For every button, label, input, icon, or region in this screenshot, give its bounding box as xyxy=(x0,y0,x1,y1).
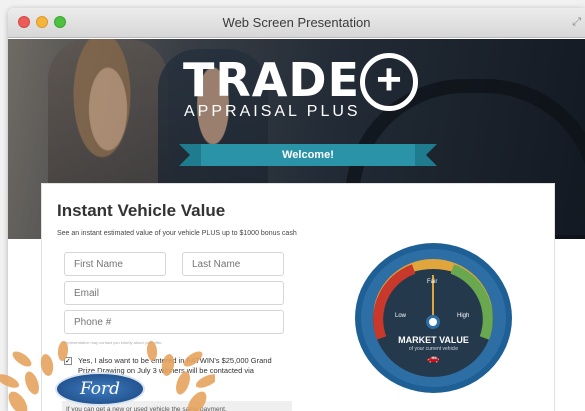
drawing-checkbox[interactable]: ✓ xyxy=(64,357,72,365)
title-bar: Web Screen Presentation ⤢ xyxy=(8,8,585,38)
phone-input[interactable] xyxy=(64,310,284,334)
form-title: Instant Vehicle Value xyxy=(57,201,226,220)
gauge-low-label: Low xyxy=(395,313,407,319)
gauge-subtitle: of your current vehicle xyxy=(408,346,459,352)
form-subtitle: See an instant estimated value of your v… xyxy=(57,230,297,237)
gauge-fair-label: Fair xyxy=(427,279,438,285)
window-title: Web Screen Presentation xyxy=(222,15,371,30)
last-name-input[interactable] xyxy=(182,252,284,276)
plus-circle-icon: + xyxy=(360,53,418,111)
ford-logo: Ford xyxy=(55,372,145,406)
contact-disclaimer: representative may contact you shortly a… xyxy=(64,340,163,345)
welcome-ribbon: Welcome! xyxy=(179,144,437,166)
brand-title: TRADE xyxy=(183,53,361,107)
gauge-title: MARKET VALUE xyxy=(398,335,469,345)
first-name-input[interactable] xyxy=(64,252,166,276)
browser-window: Web Screen Presentation ⤢ TRADE + APPRAI… xyxy=(8,8,585,411)
brand-subtitle: APPRAISAL PLUS xyxy=(184,103,361,120)
gauge-high-label: High xyxy=(457,313,470,319)
market-value-gauge: Fair Low High MARKET VALUE of your curre… xyxy=(353,241,513,399)
email-input[interactable] xyxy=(64,281,284,305)
fullscreen-icon[interactable]: ⤢ xyxy=(572,16,581,29)
car-icon: 🚗 xyxy=(427,353,440,364)
gauge-hub xyxy=(426,315,440,329)
